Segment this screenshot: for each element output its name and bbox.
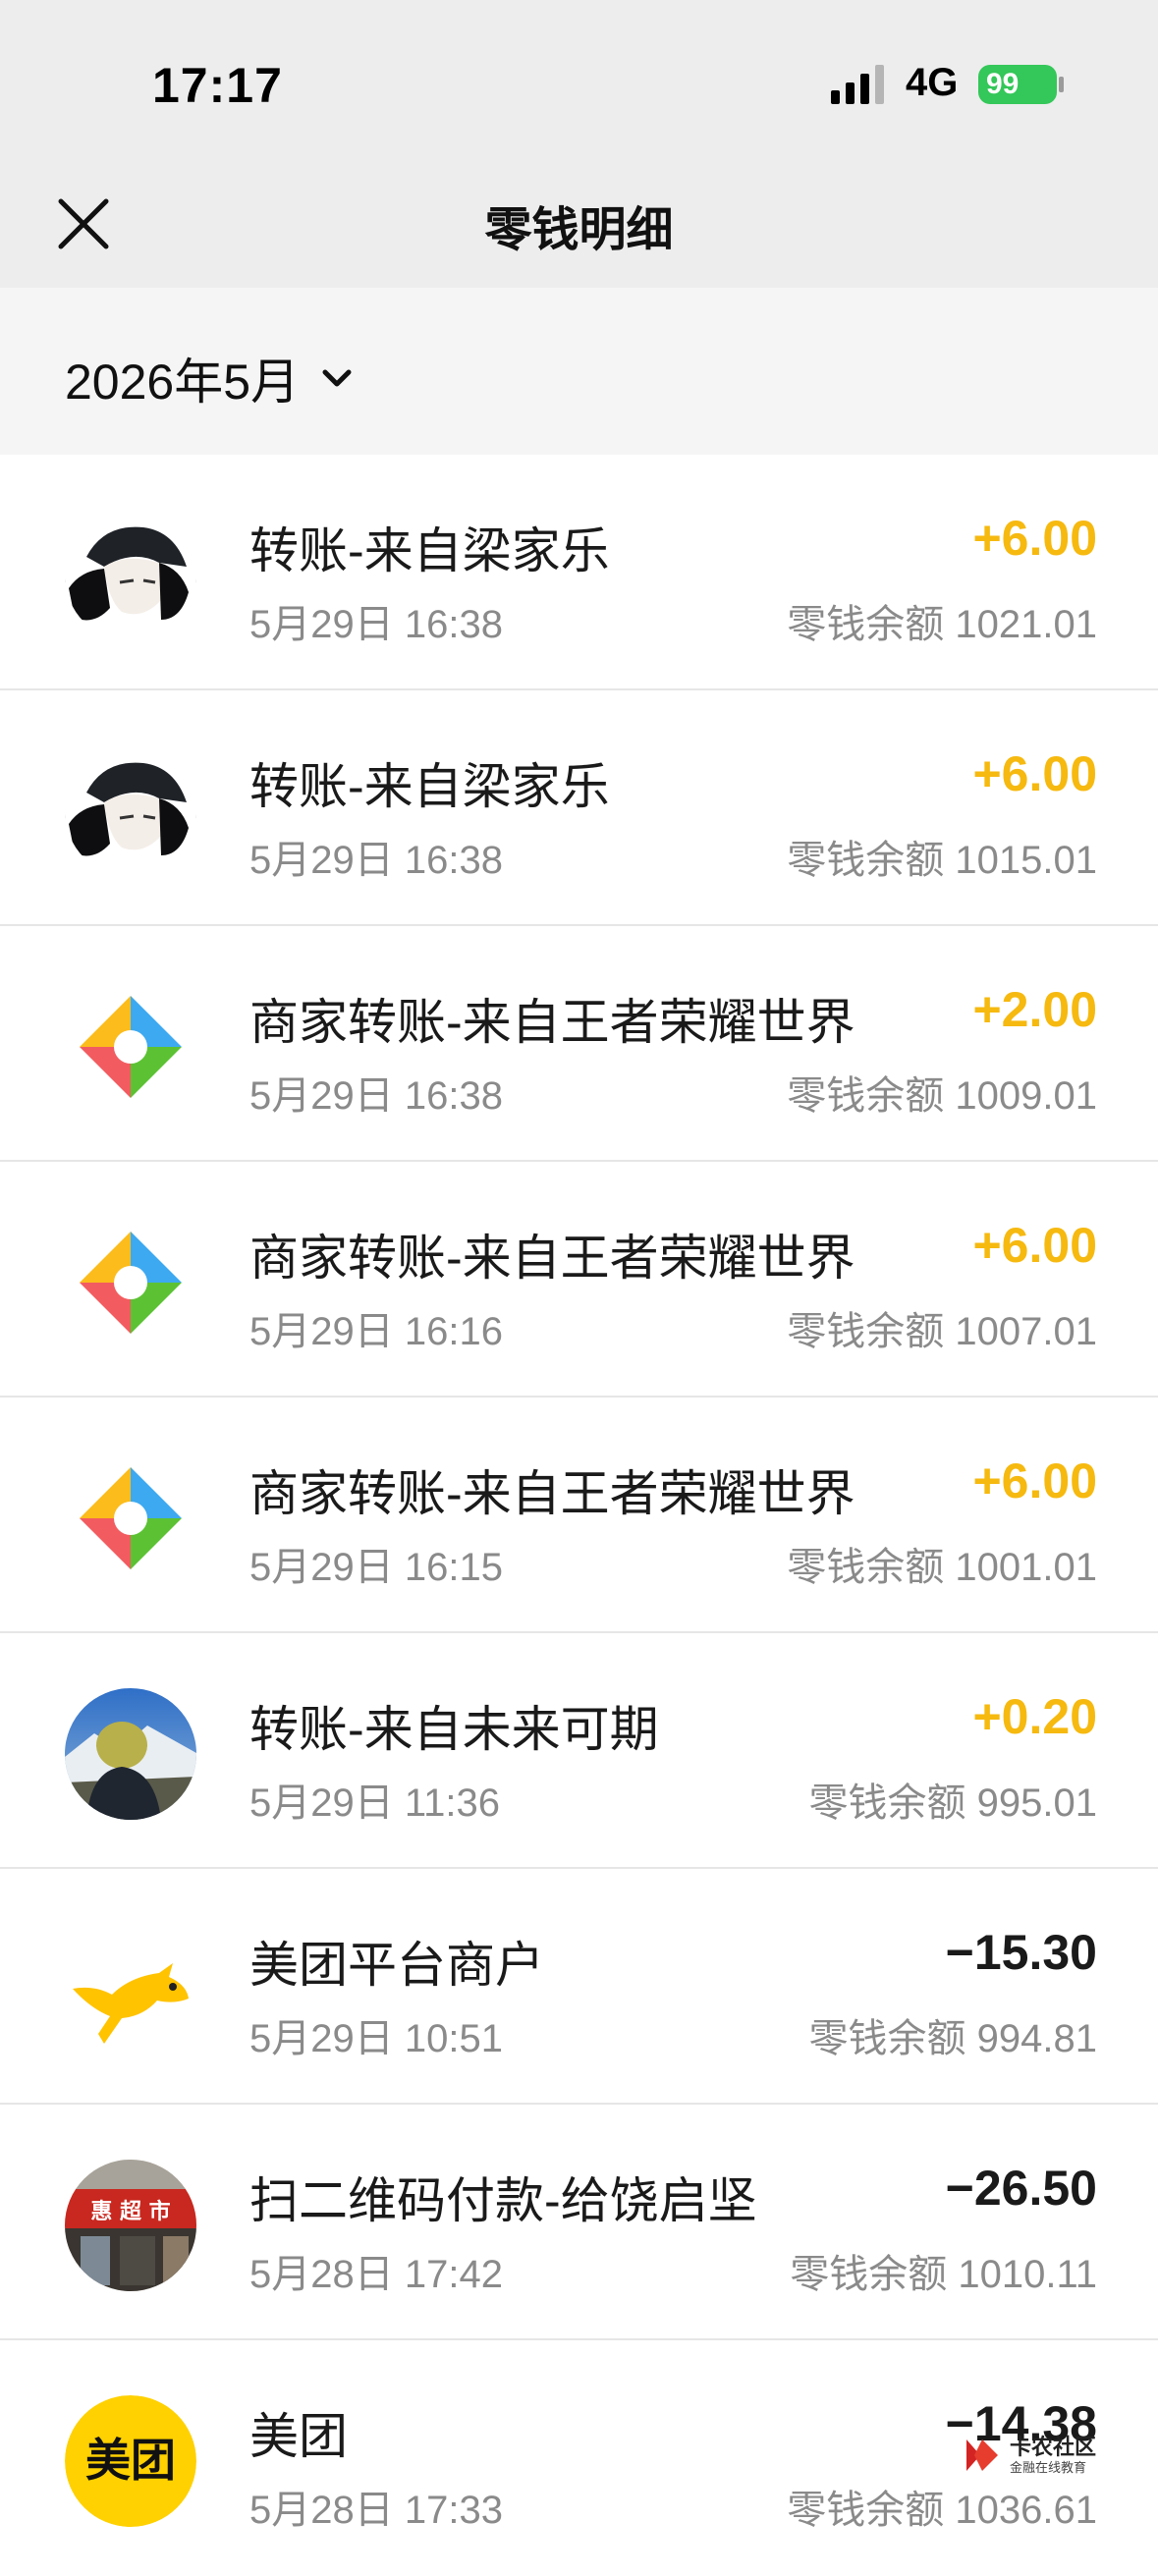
status-time: 17:17 <box>152 58 283 113</box>
transaction-amount: +0.20 <box>972 1689 1097 1744</box>
transaction-datetime: 5月28日 17:33 <box>249 2489 503 2532</box>
nav-bar: 零钱明细 <box>0 157 1158 288</box>
transaction-title: 转账-来自梁家乐 <box>249 523 610 578</box>
meituan-kangaroo-logo <box>65 1924 196 2055</box>
watermark-logo-icon <box>966 2439 998 2471</box>
merchant-logo <box>65 981 196 1113</box>
transaction-row[interactable]: 转账-来自梁家乐 5月29日 16:38 +6.00 零钱余额 1015.01 <box>0 690 1158 926</box>
storefront-sign-text: 惠 超 市 <box>90 2199 170 2224</box>
transaction-row[interactable]: 转账-来自未来可期 5月29日 11:36 +0.20 零钱余额 995.01 <box>0 1633 1158 1869</box>
transaction-datetime: 5月29日 16:38 <box>249 1074 503 1118</box>
storefront-photo-avatar: 惠 超 市 <box>65 2160 196 2291</box>
transaction-title: 转账-来自未来可期 <box>249 1702 659 1757</box>
transaction-datetime: 5月29日 16:38 <box>249 603 503 646</box>
transaction-amount: −26.50 <box>945 2161 1097 2216</box>
transaction-datetime: 5月29日 11:36 <box>249 1781 500 1825</box>
transaction-datetime: 5月28日 17:42 <box>249 2253 503 2296</box>
merchant-logo <box>65 1452 196 1584</box>
transaction-list: 转账-来自梁家乐 5月29日 16:38 +6.00 零钱余额 1021.01 … <box>0 455 1158 2576</box>
transaction-row[interactable]: 转账-来自梁家乐 5月29日 16:38 +6.00 零钱余额 1021.01 <box>0 455 1158 690</box>
transaction-balance: 零钱余额 1021.01 <box>787 603 1097 646</box>
network-type: 4G <box>906 61 959 104</box>
transaction-balance: 零钱余额 1015.01 <box>787 839 1097 882</box>
transaction-amount: +2.00 <box>972 982 1097 1037</box>
month-filter-bar: 2026年5月 <box>0 288 1158 455</box>
transaction-balance: 零钱余额 995.01 <box>808 1781 1097 1825</box>
month-label: 2026年5月 <box>65 355 301 410</box>
watermark: 卡农社区 金融在线教育 <box>961 2426 1108 2485</box>
transaction-balance: 零钱余额 1001.01 <box>787 1546 1097 1589</box>
meituan-logo: 美团 <box>65 2395 196 2527</box>
transaction-row[interactable]: 惠 超 市 扫二维码付款-给饶启坚 5月28日 17:42 −26.50 零钱余… <box>0 2105 1158 2340</box>
transaction-balance: 零钱余额 1010.11 <box>790 2253 1097 2296</box>
transaction-amount: +6.00 <box>972 746 1097 801</box>
transaction-row[interactable]: 美团平台商户 5月29日 10:51 −15.30 零钱余额 994.81 <box>0 1869 1158 2105</box>
status-bar: 17:17 4G 99 <box>0 0 1158 157</box>
transaction-title: 转账-来自梁家乐 <box>249 759 610 814</box>
anime-person-avatar <box>65 510 196 641</box>
transaction-title: 商家转账-来自王者荣耀世界 <box>249 1231 855 1286</box>
transaction-balance: 零钱余额 1009.01 <box>787 1074 1097 1118</box>
battery-icon: 99 <box>978 65 1057 104</box>
transaction-title: 扫二维码付款-给饶启坚 <box>249 2173 757 2228</box>
transaction-datetime: 5月29日 16:15 <box>249 1546 503 1589</box>
transaction-amount: +6.00 <box>972 511 1097 566</box>
transaction-title: 商家转账-来自王者荣耀世界 <box>249 1466 855 1521</box>
battery-level: 99 <box>986 68 1020 100</box>
transaction-balance: 零钱余额 1007.01 <box>787 1310 1097 1353</box>
transaction-row[interactable]: 商家转账-来自王者荣耀世界 5月29日 16:15 +6.00 零钱余额 100… <box>0 1398 1158 1633</box>
transaction-title: 美团平台商户 <box>249 1938 544 1993</box>
merchant-logo <box>65 1217 196 1348</box>
transaction-amount: +6.00 <box>972 1453 1097 1508</box>
transaction-title: 商家转账-来自王者荣耀世界 <box>249 995 855 1050</box>
chevron-down-icon <box>322 369 352 387</box>
transaction-balance: 零钱余额 994.81 <box>808 2017 1097 2060</box>
watermark-subtext: 金融在线教育 <box>1010 2460 1087 2475</box>
cellular-signal-icon <box>831 65 884 104</box>
anime-person-avatar <box>65 745 196 877</box>
meituan-logo-text: 美团 <box>85 2434 176 2487</box>
transaction-datetime: 5月29日 16:38 <box>249 839 503 882</box>
month-selector[interactable]: 2026年5月 <box>65 343 355 413</box>
transaction-amount: −15.30 <box>945 1925 1097 1980</box>
transaction-title: 美团 <box>249 2409 348 2464</box>
transaction-row[interactable]: 商家转账-来自王者荣耀世界 5月29日 16:38 +2.00 零钱余额 100… <box>0 926 1158 1162</box>
transaction-amount: +6.00 <box>972 1218 1097 1273</box>
page-title: 零钱明细 <box>484 204 674 256</box>
battery-tip <box>1059 77 1064 92</box>
transaction-balance: 零钱余额 1036.61 <box>787 2489 1097 2532</box>
transaction-row[interactable]: 商家转账-来自王者荣耀世界 5月29日 16:16 +6.00 零钱余额 100… <box>0 1162 1158 1398</box>
transaction-datetime: 5月29日 10:51 <box>249 2017 503 2060</box>
transaction-datetime: 5月29日 16:16 <box>249 1310 503 1353</box>
photo-avatar <box>65 1688 196 1820</box>
